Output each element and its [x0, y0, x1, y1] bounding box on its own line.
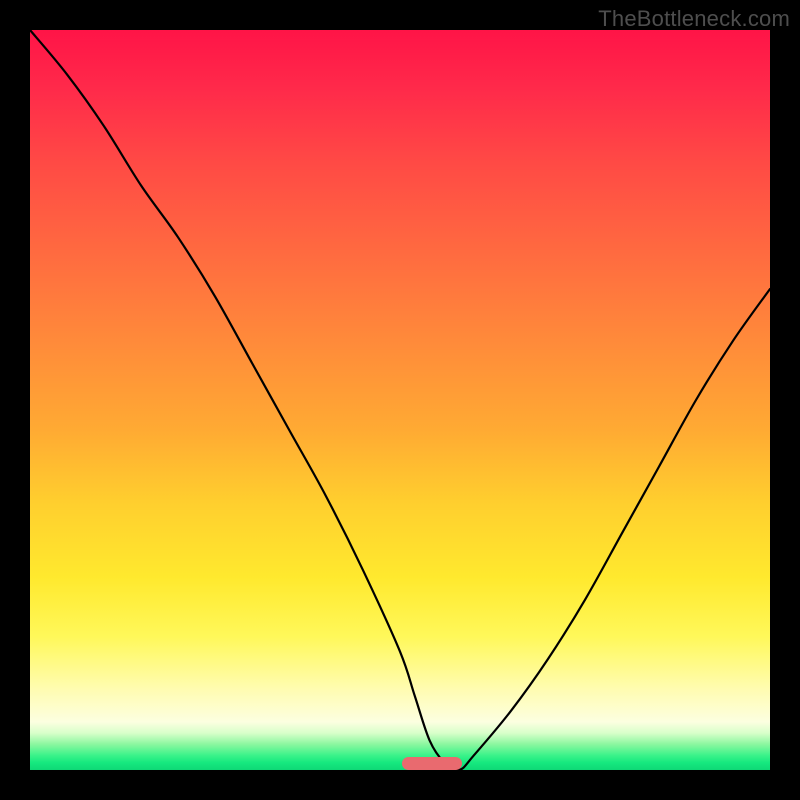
plot-area [30, 30, 770, 770]
chart-frame: TheBottleneck.com [0, 0, 800, 800]
watermark-text: TheBottleneck.com [598, 6, 790, 32]
optimal-range-marker [402, 757, 462, 770]
bottleneck-curve [30, 30, 770, 770]
